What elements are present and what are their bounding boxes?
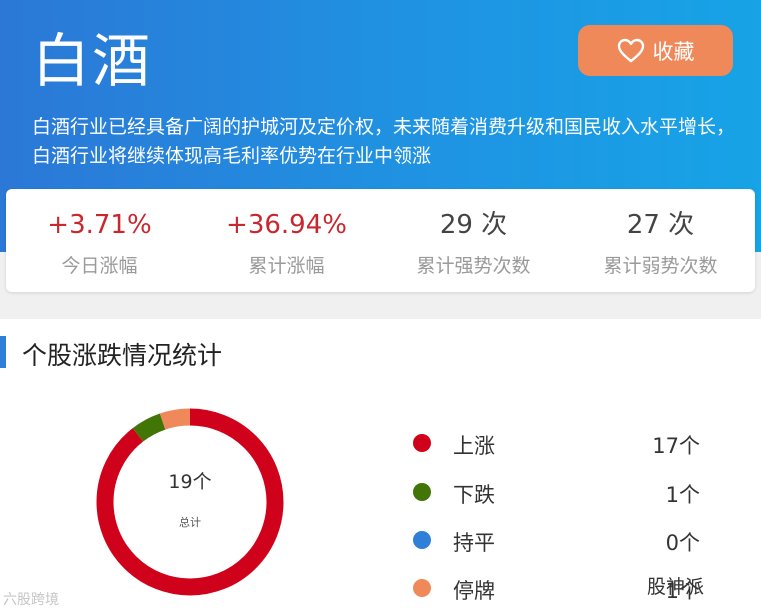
legend-item-down: 下跌 1个 bbox=[410, 477, 710, 507]
stock-stats-panel: 个股涨跌情况统计 19个 总计 上涨 17个 下跌 1个 持平 0个 停牌 1个 bbox=[0, 319, 761, 615]
section-accent-bar bbox=[0, 336, 6, 368]
stat-value: +36.94% bbox=[226, 210, 347, 240]
favorite-label: 收藏 bbox=[652, 39, 695, 64]
page-title: 白酒 bbox=[32, 27, 153, 95]
legend-item-up: 上涨 17个 bbox=[410, 428, 710, 458]
stat-value: 27 次 bbox=[626, 210, 695, 240]
section-title: 个股涨跌情况统计 bbox=[22, 341, 223, 370]
heart-icon bbox=[617, 38, 645, 64]
legend-dot bbox=[413, 434, 431, 452]
stat-value: +3.71% bbox=[47, 210, 152, 240]
legend-label: 停牌 bbox=[453, 579, 495, 603]
stat-label: 今日涨幅 bbox=[61, 255, 138, 277]
donut-total-label: 总计 bbox=[179, 516, 201, 529]
legend-dot bbox=[413, 531, 431, 549]
favorite-button[interactable]: 收藏 bbox=[578, 25, 733, 76]
industry-description: 白酒行业已经具备广阔的护城河及定价权，未来随着消费升级和国民收入水平增长，白酒行… bbox=[32, 116, 736, 167]
stat-strong-count: 29 次 累计强势次数 bbox=[380, 189, 567, 278]
stat-weak-count: 27 次 累计弱势次数 bbox=[567, 189, 754, 278]
stat-label: 累计涨幅 bbox=[248, 255, 325, 277]
legend-label: 持平 bbox=[453, 531, 495, 555]
stat-cumulative-change: +36.94% 累计涨幅 bbox=[193, 189, 380, 278]
donut-slice-0 bbox=[96, 408, 284, 596]
watermark-right: 股神派 bbox=[647, 576, 705, 598]
stat-value: 29 次 bbox=[439, 210, 508, 240]
legend-item-flat: 持平 0个 bbox=[410, 525, 710, 555]
legend-count: 0个 bbox=[665, 531, 700, 555]
legend-label: 上涨 bbox=[453, 434, 495, 458]
stat-label: 累计弱势次数 bbox=[603, 255, 718, 277]
legend-dot bbox=[413, 483, 431, 501]
stats-card: +3.71% 今日涨幅 +36.94% 累计涨幅 29 次 累计强势次数 27 … bbox=[6, 189, 755, 292]
legend-count: 17个 bbox=[652, 434, 700, 458]
donut-total: 19个 bbox=[168, 471, 212, 493]
stock-breakdown-donut bbox=[96, 408, 284, 596]
watermark-left: 六股跨境 bbox=[3, 592, 59, 608]
legend-count: 1个 bbox=[665, 483, 700, 507]
legend-dot bbox=[413, 579, 431, 597]
stat-label: 累计强势次数 bbox=[416, 255, 531, 277]
stat-today-change: +3.71% 今日涨幅 bbox=[6, 189, 193, 278]
legend-label: 下跌 bbox=[453, 483, 495, 507]
